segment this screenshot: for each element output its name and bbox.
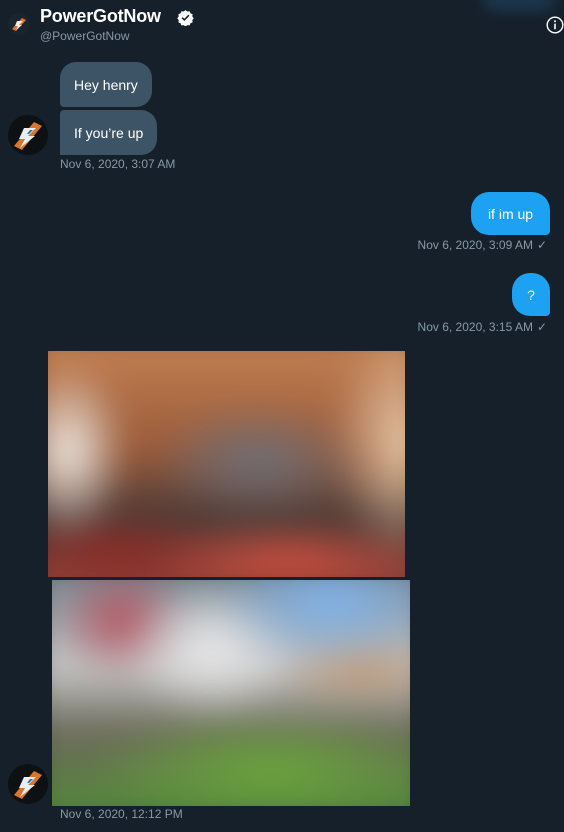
lightning-logo-icon [8, 764, 48, 804]
blurred-header-button[interactable] [482, 0, 556, 12]
timestamp-text: Nov 6, 2020, 3:09 AM [417, 238, 533, 252]
timestamp-text: Nov 6, 2020, 3:15 AM [417, 320, 533, 334]
message-timestamp: Nov 6, 2020, 12:12 PM [60, 807, 183, 821]
message-text: If you’re up [74, 124, 144, 141]
header-avatar[interactable] [8, 13, 30, 35]
read-check-icon: ✓ [536, 238, 547, 252]
header-display-name[interactable]: PowerGotNow [40, 6, 161, 27]
message-timestamp: Nov 6, 2020, 3:09 AM ✓ [418, 238, 547, 252]
message-bubble-incoming[interactable]: Hey henry [60, 62, 152, 107]
dm-conversation: PowerGotNow @PowerGotNow Hey henry If yo… [0, 0, 564, 832]
message-image[interactable] [48, 351, 405, 577]
sender-avatar[interactable] [8, 764, 48, 804]
message-bubble-outgoing[interactable]: if im up [471, 192, 550, 235]
message-bubble-outgoing[interactable]: ? [512, 273, 550, 316]
header-handle: @PowerGotNow [40, 29, 130, 43]
message-text: Hey henry [74, 76, 138, 93]
message-image[interactable] [52, 580, 410, 806]
read-check-icon: ✓ [536, 320, 547, 334]
message-text: if im up [487, 205, 534, 222]
conversation-header: PowerGotNow @PowerGotNow [0, 0, 564, 48]
sender-avatar[interactable] [8, 115, 48, 155]
verified-badge-icon [177, 10, 194, 26]
lightning-logo-icon [8, 115, 48, 155]
message-timestamp: Nov 6, 2020, 3:07 AM [60, 157, 176, 171]
message-bubble-incoming[interactable]: If you’re up [60, 110, 158, 155]
message-text: ? [527, 286, 535, 303]
lightning-logo-icon [8, 13, 30, 35]
message-timestamp: Nov 6, 2020, 3:15 AM ✓ [418, 320, 547, 334]
info-icon[interactable] [546, 16, 564, 34]
